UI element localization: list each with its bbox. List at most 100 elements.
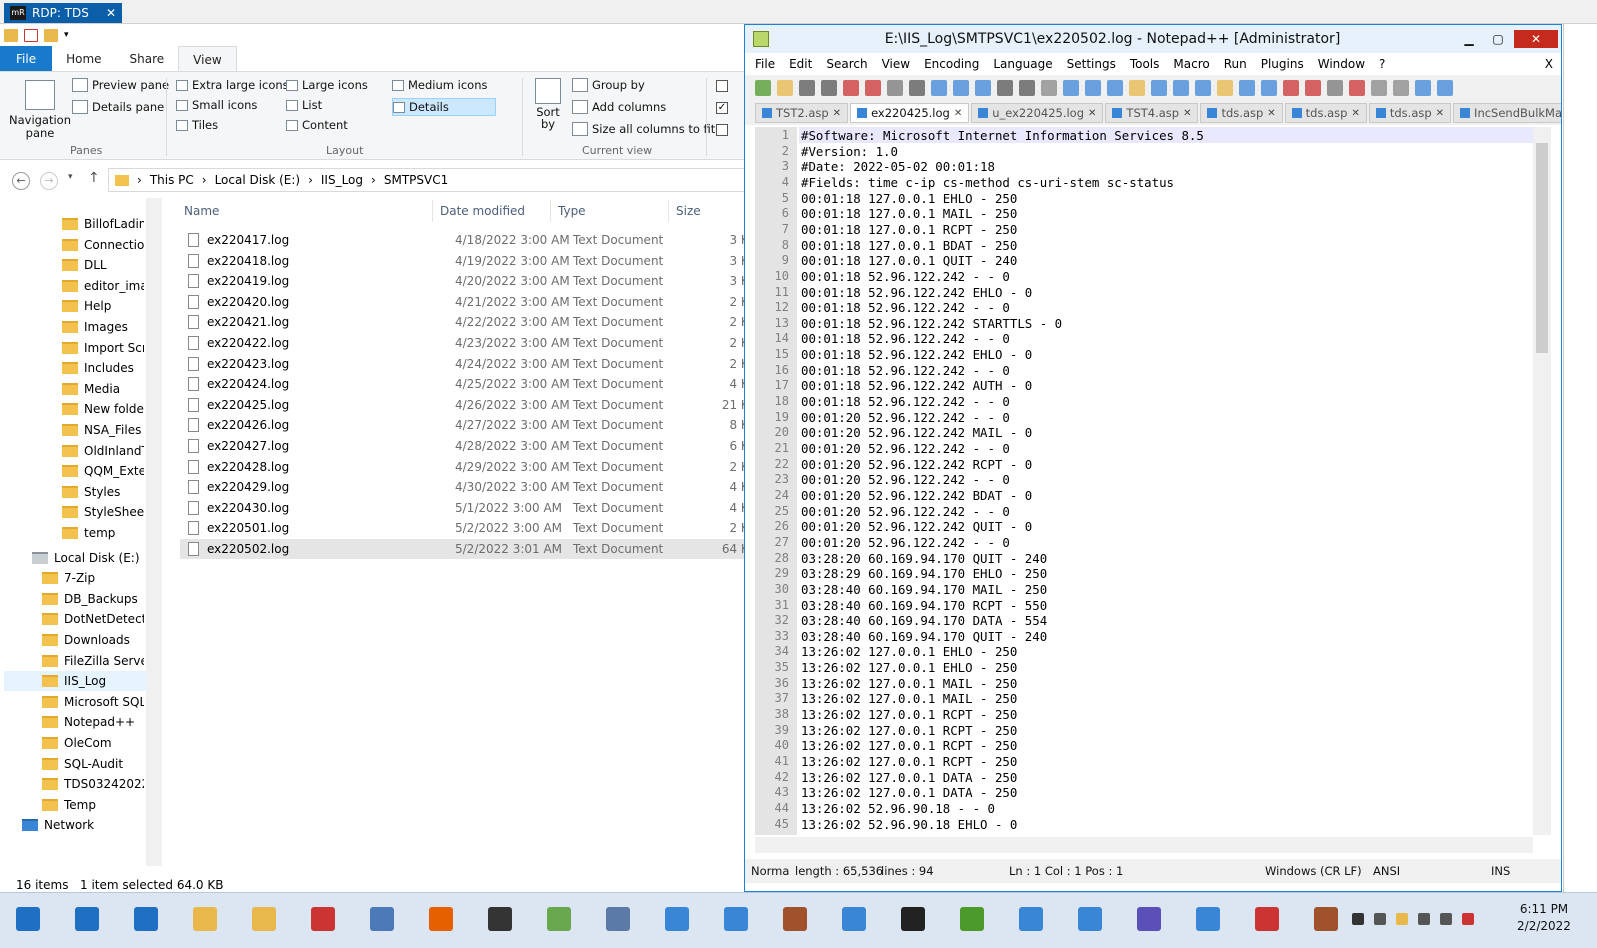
file-row[interactable]: ex220428.log 4/29/2022 3:00 AM Text Docume… bbox=[180, 457, 760, 477]
file-tab[interactable]: tds.asp ✕ bbox=[1200, 103, 1283, 123]
toolbar-icon[interactable] bbox=[1173, 80, 1189, 96]
details-pane-button[interactable]: Details pane bbox=[72, 100, 164, 114]
taskbar-app-icon[interactable] bbox=[67, 901, 107, 939]
tree-item[interactable]: Includes bbox=[62, 358, 144, 378]
tree-item[interactable]: temp bbox=[62, 523, 144, 543]
breadcrumb-chevron-icon[interactable]: › bbox=[202, 173, 207, 187]
item-checkbox[interactable] bbox=[716, 80, 728, 92]
taskbar-app-icon[interactable] bbox=[185, 901, 225, 939]
tree-item[interactable]: OldInlandTa bbox=[62, 441, 144, 461]
menu-search[interactable]: Search bbox=[826, 57, 867, 71]
menu-tools[interactable]: Tools bbox=[1130, 57, 1160, 71]
menu-settings[interactable]: Settings bbox=[1067, 57, 1116, 71]
file-tab[interactable]: tds.asp ✕ bbox=[1368, 103, 1452, 123]
editor-horizontal-scrollbar[interactable] bbox=[755, 837, 1533, 853]
taskbar-app-icon[interactable] bbox=[1188, 901, 1228, 939]
rdp-tab[interactable]: mR RDP: TDS ✕ bbox=[4, 3, 122, 23]
menu-edit[interactable]: Edit bbox=[789, 57, 812, 71]
tree-item[interactable]: BillofLading bbox=[62, 214, 144, 234]
taskbar-app-icon[interactable] bbox=[1306, 901, 1346, 939]
taskbar-app-icon[interactable] bbox=[775, 901, 815, 939]
taskbar-app-icon[interactable] bbox=[421, 901, 461, 939]
tab-close-icon[interactable]: ✕ bbox=[1088, 108, 1096, 119]
tree-item[interactable]: 7-Zip bbox=[42, 568, 144, 588]
layout-option-small-icons[interactable]: Small icons bbox=[176, 98, 257, 112]
menu-macro[interactable]: Macro bbox=[1173, 57, 1209, 71]
layout-option-details[interactable]: Details bbox=[392, 98, 496, 116]
toolbar-icon[interactable] bbox=[1085, 80, 1101, 96]
tab-close-icon[interactable]: ✕ bbox=[1267, 108, 1275, 119]
file-row[interactable]: ex220426.log 4/27/2022 3:00 AM Text Docume… bbox=[180, 415, 760, 435]
taskbar-app-icon[interactable] bbox=[480, 901, 520, 939]
file-tab[interactable]: ex220425.log ✕ bbox=[850, 103, 970, 123]
tree-item[interactable]: Help bbox=[62, 296, 144, 316]
column-name-header[interactable]: Name bbox=[184, 200, 219, 222]
column-size-header[interactable]: Size bbox=[676, 200, 701, 222]
toolbar-icon[interactable] bbox=[975, 80, 991, 96]
tray-icon[interactable] bbox=[1418, 913, 1430, 925]
properties-icon[interactable] bbox=[24, 28, 38, 42]
toolbar-icon[interactable] bbox=[909, 80, 925, 96]
file-row[interactable]: ex220501.log 5/2/2022 3:00 AM Text Documen… bbox=[180, 518, 760, 538]
folder-icon[interactable] bbox=[4, 28, 18, 42]
tree-scrollbar[interactable] bbox=[146, 198, 162, 866]
toolbar-icon[interactable] bbox=[1327, 80, 1343, 96]
toolbar-icon[interactable] bbox=[1019, 80, 1035, 96]
recent-locations-icon[interactable]: ▾ bbox=[68, 172, 73, 182]
file-row[interactable]: ex220422.log 4/23/2022 3:00 AM Text Docume… bbox=[180, 333, 760, 353]
toolbar-icon[interactable] bbox=[1349, 80, 1365, 96]
toolbar-icon[interactable] bbox=[1041, 80, 1057, 96]
breadcrumb-chevron-icon[interactable]: › bbox=[308, 173, 313, 187]
toolbar-icon[interactable] bbox=[843, 80, 859, 96]
tree-item[interactable]: Media bbox=[62, 379, 144, 399]
file-row[interactable]: ex220430.log 5/1/2022 3:00 AM Text Documen… bbox=[180, 498, 760, 518]
file-tab[interactable]: IncSendBulkMail.asp✕ bbox=[1453, 103, 1561, 123]
tab-close-icon[interactable]: ✕ bbox=[954, 108, 962, 119]
new-folder-icon[interactable] bbox=[44, 28, 58, 42]
toolbar-icon[interactable] bbox=[1063, 80, 1079, 96]
tree-item[interactable]: SQL-Audit bbox=[42, 754, 144, 774]
taskbar-app-icon[interactable] bbox=[126, 901, 166, 939]
menu-close-icon[interactable]: X bbox=[1545, 57, 1553, 71]
minimize-button[interactable]: ▁ bbox=[1456, 30, 1482, 48]
tree-item[interactable]: editor_image bbox=[62, 276, 144, 296]
breadcrumb-item[interactable]: Local Disk (E:) bbox=[215, 173, 301, 187]
sort-by-button[interactable]: Sort by bbox=[532, 78, 564, 130]
file-tab[interactable]: TST4.asp ✕ bbox=[1105, 103, 1199, 123]
tree-item[interactable]: NSA_Files bbox=[62, 420, 144, 440]
tree-item[interactable]: FileZilla Server bbox=[42, 651, 144, 671]
tray-icon[interactable] bbox=[1440, 913, 1452, 925]
taskbar-app-icon[interactable] bbox=[1011, 901, 1051, 939]
toolbar-icon[interactable] bbox=[1371, 80, 1387, 96]
tree-item[interactable]: DB_Backups bbox=[42, 589, 144, 609]
layout-option-list[interactable]: List bbox=[286, 98, 322, 112]
menu-view[interactable]: View bbox=[882, 57, 910, 71]
ribbon-tab-home[interactable]: Home bbox=[52, 46, 115, 71]
toolbar-icon[interactable] bbox=[1151, 80, 1167, 96]
scroll-thumb[interactable] bbox=[1536, 143, 1548, 353]
toolbar-icon[interactable] bbox=[799, 80, 815, 96]
toolbar-icon[interactable] bbox=[1129, 80, 1145, 96]
tree-item[interactable]: StyleSheets bbox=[62, 502, 144, 522]
column-date-header[interactable]: Date modified bbox=[440, 200, 525, 222]
layout-option-medium-icons[interactable]: Medium icons bbox=[392, 78, 487, 92]
taskbar-app-icon[interactable] bbox=[716, 901, 756, 939]
tree-item[interactable]: QQM_Extern bbox=[62, 461, 144, 481]
taskbar-app-icon[interactable] bbox=[244, 901, 284, 939]
toolbar-icon[interactable] bbox=[1415, 80, 1431, 96]
tray-icon[interactable] bbox=[1352, 913, 1364, 925]
file-tab[interactable]: TST2.asp ✕ bbox=[755, 103, 849, 123]
menu-run[interactable]: Run bbox=[1224, 57, 1247, 71]
tree-item[interactable]: New folder bbox=[62, 399, 144, 419]
tree-item[interactable]: Temp bbox=[42, 795, 144, 815]
tree-item[interactable]: Network bbox=[22, 815, 144, 835]
taskbar-app-icon[interactable] bbox=[657, 901, 697, 939]
layout-option-extra-large-icons[interactable]: Extra large icons bbox=[176, 78, 289, 92]
extensions-checkbox[interactable]: ✓ bbox=[716, 102, 728, 114]
toolbar-icon[interactable] bbox=[997, 80, 1013, 96]
column-type-header[interactable]: Type bbox=[558, 200, 586, 222]
taskbar-app-icon[interactable] bbox=[834, 901, 874, 939]
file-tab[interactable]: tds.asp ✕ bbox=[1284, 103, 1367, 123]
menu-window[interactable]: Window bbox=[1318, 57, 1365, 71]
npp-editor[interactable]: 1 2 3 4 5 6 7 8 9 10 11 12 13 14 15 16 17 18 19 20 21 22 23 24 2… bbox=[755, 127, 1533, 835]
